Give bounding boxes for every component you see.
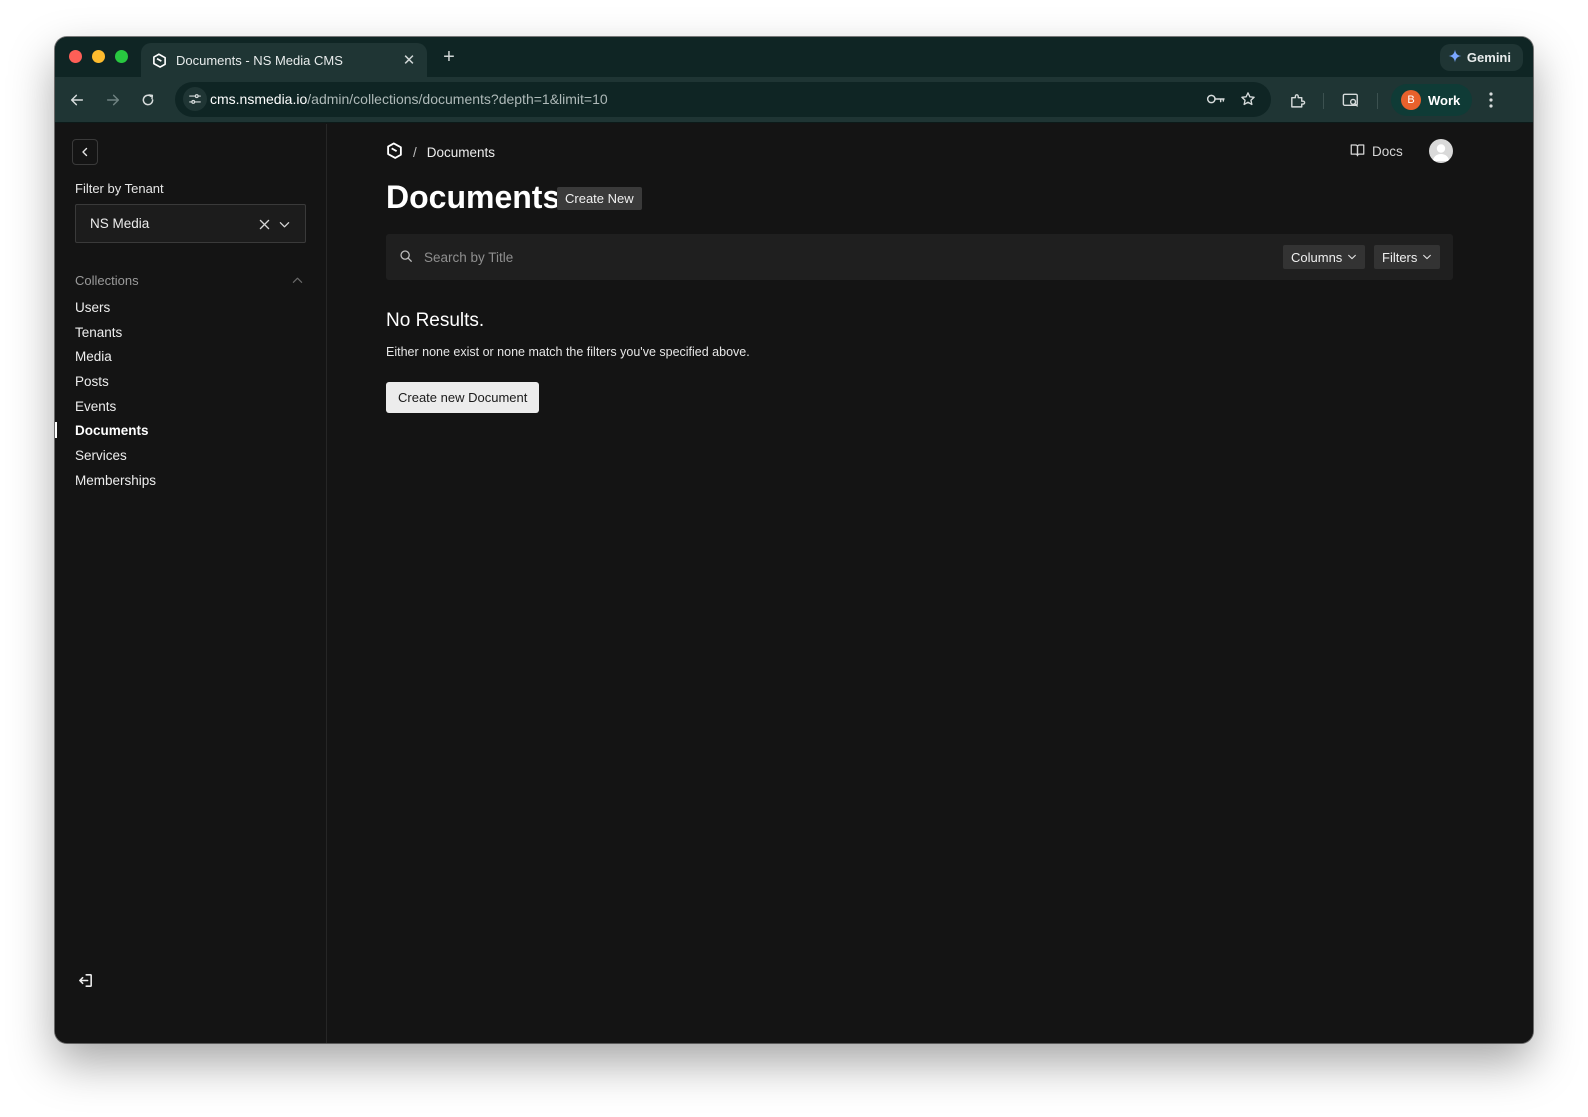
browser-tab-active[interactable]: Documents - NS Media CMS ✕	[141, 43, 427, 77]
browser-menu-icon[interactable]	[1479, 88, 1503, 112]
collections-nav: Users Tenants Media Posts Events Documen…	[55, 298, 326, 496]
create-new-button[interactable]: Create New	[557, 187, 642, 210]
close-window-button[interactable]	[69, 50, 82, 63]
back-arrow-icon[interactable]	[65, 88, 89, 112]
columns-button[interactable]: Columns	[1283, 245, 1366, 269]
profile-avatar: B	[1401, 90, 1421, 110]
url-path: /admin/collections/documents?depth=1&lim…	[307, 91, 608, 107]
docs-label: Docs	[1372, 144, 1403, 159]
chevron-up-icon	[291, 274, 303, 286]
gemini-sparkle-icon	[1448, 49, 1462, 66]
list-controls: Columns Filters	[386, 234, 1453, 280]
extensions-puzzle-icon[interactable]	[1285, 88, 1309, 112]
payload-logo-icon	[151, 52, 167, 68]
collapse-sidebar-button[interactable]	[72, 139, 98, 165]
docs-link[interactable]: Docs	[1350, 143, 1403, 160]
chevron-left-icon	[82, 147, 88, 157]
new-tab-button[interactable]: +	[437, 45, 461, 69]
sidebar-item-events[interactable]: Events	[55, 397, 326, 422]
filters-label: Filters	[1382, 249, 1418, 265]
sidebar-item-services[interactable]: Services	[55, 446, 326, 471]
chevron-down-icon	[1348, 254, 1357, 260]
cms-page: Filter by Tenant NS Media Collections Us…	[55, 124, 1533, 1043]
page-title: Documents	[386, 179, 561, 215]
sidebar-item-users[interactable]: Users	[55, 298, 326, 323]
collections-group-title: Collections	[75, 273, 139, 288]
create-new-document-button[interactable]: Create new Document	[386, 382, 540, 413]
toolbar-separator	[1377, 93, 1378, 109]
search-input[interactable]	[424, 246, 1264, 268]
site-settings-icon[interactable]	[183, 87, 207, 111]
profile-name: Work	[1428, 92, 1461, 108]
minimize-window-button[interactable]	[92, 50, 105, 63]
reload-icon[interactable]	[136, 88, 160, 112]
gemini-button[interactable]: Gemini	[1439, 44, 1523, 71]
payload-logo-icon[interactable]	[386, 142, 403, 162]
browser-window: Documents - NS Media CMS ✕ + Gemini cms.…	[55, 37, 1533, 1043]
tenant-filter-label: Filter by Tenant	[75, 181, 164, 196]
bookmark-star-icon[interactable]	[1237, 88, 1259, 110]
password-key-icon[interactable]	[1205, 88, 1227, 110]
address-bar[interactable]: cms.nsmedia.io/admin/collections/documen…	[175, 82, 1271, 117]
gemini-label: Gemini	[1466, 50, 1511, 65]
tab-search-icon[interactable]	[1339, 88, 1363, 112]
sidebar-item-tenants[interactable]: Tenants	[55, 323, 326, 348]
sidebar-item-documents[interactable]: Documents	[55, 421, 326, 446]
profile-button[interactable]: B Work	[1391, 84, 1473, 116]
chevron-down-icon	[1423, 254, 1432, 260]
browser-toolbar: cms.nsmedia.io/admin/collections/documen…	[55, 77, 1533, 123]
chevron-down-icon[interactable]	[276, 216, 292, 232]
empty-state-subtitle: Either none exist or none match the filt…	[386, 345, 750, 359]
tenant-select-value: NS Media	[90, 216, 150, 231]
breadcrumb: / Documents	[386, 142, 495, 162]
book-icon	[1350, 143, 1365, 160]
empty-state-title: No Results.	[386, 310, 485, 331]
search-icon	[398, 248, 414, 264]
main-content: / Documents Docs Documents Create New Se…	[328, 124, 1533, 1043]
toolbar-separator	[1323, 93, 1324, 109]
sidebar-item-memberships[interactable]: Memberships	[55, 471, 326, 496]
filters-button[interactable]: Filters	[1374, 245, 1441, 269]
logout-icon[interactable]	[74, 969, 96, 991]
sidebar-item-posts[interactable]: Posts	[55, 372, 326, 397]
url-host: cms.nsmedia.io	[210, 91, 308, 107]
columns-label: Columns	[1291, 249, 1343, 265]
tenant-select[interactable]: NS Media	[75, 204, 306, 243]
clear-x-icon[interactable]	[256, 216, 272, 232]
sidebar: Filter by Tenant NS Media Collections Us…	[55, 124, 327, 1043]
forward-arrow-icon[interactable]	[101, 88, 125, 112]
tab-title: Documents - NS Media CMS	[176, 52, 343, 68]
sidebar-item-media[interactable]: Media	[55, 347, 326, 372]
breadcrumb-current: Documents	[426, 144, 496, 160]
user-avatar[interactable]	[1429, 139, 1453, 163]
tab-strip: Documents - NS Media CMS ✕ + Gemini	[55, 37, 1533, 77]
maximize-window-button[interactable]	[115, 50, 128, 63]
collections-group-toggle[interactable]: Collections	[75, 272, 303, 290]
breadcrumb-separator: /	[413, 144, 417, 160]
url-text[interactable]: cms.nsmedia.io/admin/collections/documen…	[210, 91, 608, 107]
close-tab-icon[interactable]: ✕	[401, 51, 417, 69]
